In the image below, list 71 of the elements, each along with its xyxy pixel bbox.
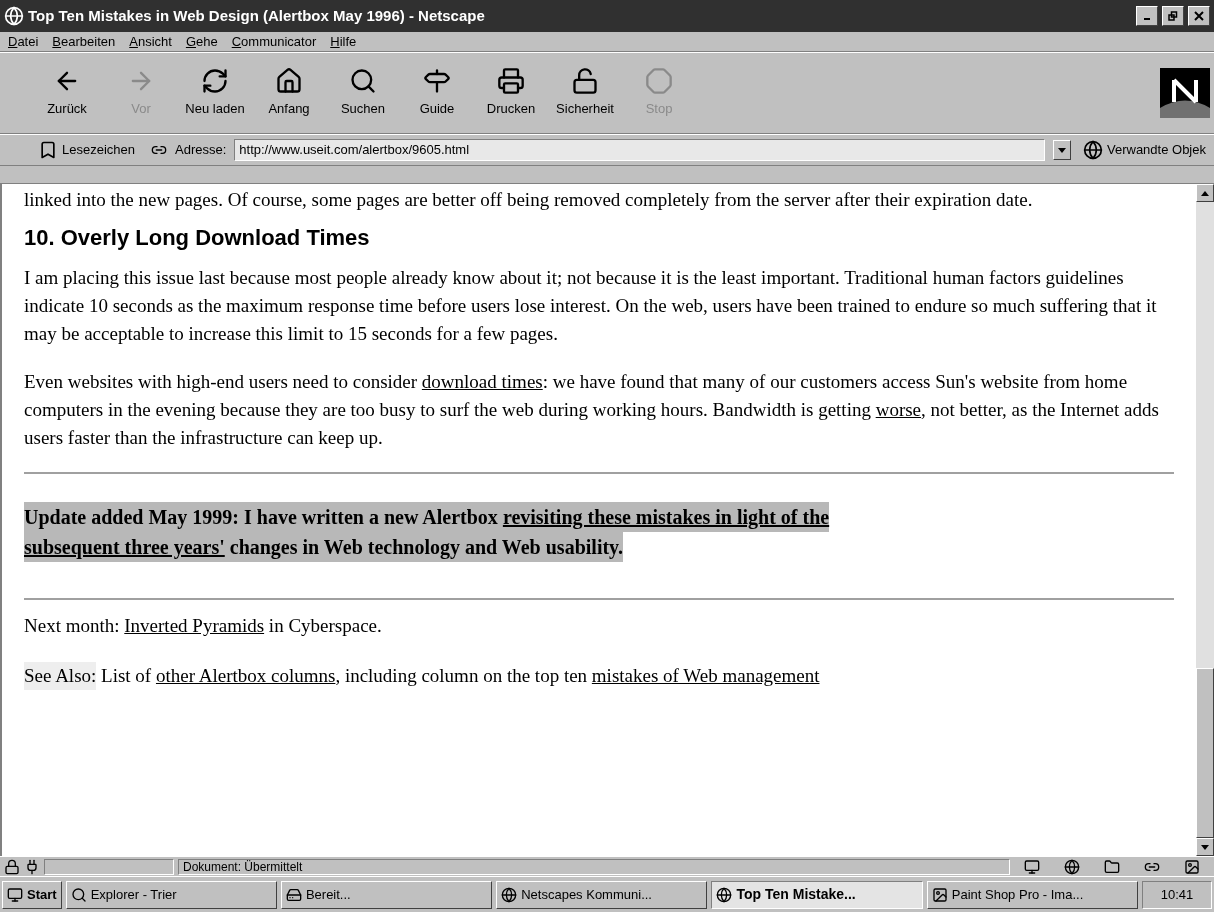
globe-icon[interactable] [1064,858,1080,875]
restore-button[interactable] [1162,6,1184,26]
image-icon [931,886,948,903]
section-heading: 10. Overly Long Download Times [24,224,371,252]
toolbar-button[interactable]: Guide [400,67,474,119]
paragraph: Even websites with high-end users need to consider download times: we have found that many of our customers access Sun's website from home computers in the evening because they are too busy to surf the web during working hours. Bandwidth is getting worse, not better, as the Internet adds users faster than the infrastructure can keep up. [24,370,1160,450]
reload-icon [201,67,229,96]
bookmark-icon [38,140,58,160]
stop-icon [645,67,673,96]
dropdown-button[interactable] [1053,140,1071,160]
link[interactable]: subsequent three years' [24,536,225,558]
paragraph: I am placing this issue last because most people already know about it; not because it is the least important. Traditional human factors guidelines indicate 10 seconds as the maximum response time before users lose interest. On the web, users have been trained to endure so much suffering that it may be acceptable to increase this limit to 15 seconds for a few pages. [24,266,1158,346]
taskbar-button[interactable]: Paint Shop Pro - Ima... [926,880,1139,909]
clock: 10:41 [1160,885,1194,904]
toolbar-button[interactable]: Sicherheit [548,67,622,119]
image-icon[interactable] [1184,858,1200,875]
see-also-label: See Also: [24,662,97,690]
menu-item[interactable]: Gehe [185,31,218,52]
menu-item[interactable]: Hilfe [330,31,357,52]
toolbar-button[interactable]: Drucken [474,67,548,119]
address-field[interactable]: http://www.useit.com/alertbox/9605.html [234,139,1045,161]
toolbar-button[interactable]: Neu laden [178,67,252,119]
caret-icon [1058,147,1066,153]
monitor-icon[interactable] [1024,858,1040,875]
link[interactable]: mistakes of Web management [591,665,820,686]
globe-icon [716,886,733,903]
toolbar-button[interactable]: Anfang [252,67,326,119]
link[interactable]: worse [875,399,922,420]
address-label: Adresse: [175,141,227,160]
window-title: Top Ten Mistakes in Web Design (Alertbox May 1996) - Netscape [28,5,485,26]
link[interactable]: Inverted Pyramids [124,615,265,636]
link[interactable]: revisiting these mistakes in light of the [502,506,830,528]
connection-icon [24,858,40,875]
netscape-logo [1160,68,1210,118]
taskbar-button[interactable]: Explorer - Trier [65,880,277,909]
close-icon [1194,11,1204,21]
menu-item[interactable]: Communicator [231,31,317,52]
taskbar-button[interactable]: Top Ten Mistake... [711,880,923,909]
printer-icon [497,67,525,96]
paragraph: List of other Alertbox columns, including column on the top ten mistakes of Web management [100,664,820,688]
link[interactable]: download times [421,371,543,392]
folder-icon[interactable] [1104,858,1120,875]
up-arrow-icon[interactable] [1201,190,1209,196]
app-icon [4,6,24,26]
search-icon [349,67,377,96]
taskbar-button[interactable]: Bereit... [280,880,493,909]
menu-item[interactable]: Bearbeiten [52,31,116,52]
scrollbar[interactable] [1196,184,1214,856]
toolbar-button[interactable]: Suchen [326,67,400,119]
home-icon [275,67,303,96]
close-button[interactable] [1188,6,1210,26]
start-button[interactable]: Start [2,880,62,909]
related-button[interactable]: Verwandte Objek [1079,140,1206,160]
globe-icon [1083,140,1103,160]
bookmarks-button[interactable]: Lesezeichen [38,140,135,160]
globe-icon [501,886,518,903]
minimize-icon [1144,18,1150,20]
paragraph: linked into the new pages. Of course, some pages are better off being removed completely from the server after their expiration date. [24,188,1034,212]
link[interactable]: other Alertbox columns [155,665,336,686]
toolbar-button[interactable]: Zurück [30,67,104,119]
down-arrow-icon[interactable] [1201,844,1209,850]
taskbar-button[interactable]: Netscapes Kommuni... [496,880,708,909]
status-text: Dokument: Übermittelt [183,858,303,876]
lock-icon [4,858,20,875]
padlock-icon [571,67,599,96]
paragraph: Next month: Inverted Pyramids in Cyberspace. [24,614,383,638]
menu-item[interactable]: Datei [8,31,39,52]
menu-item[interactable]: Ansicht [129,31,172,52]
search-icon [70,886,87,903]
restore-icon [1168,11,1178,21]
minimize-button[interactable] [1136,6,1158,26]
